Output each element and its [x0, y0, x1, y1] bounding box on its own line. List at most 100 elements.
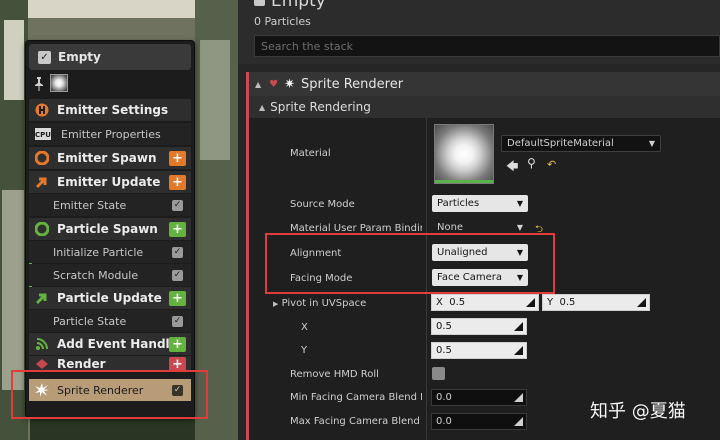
- material-asset-picker[interactable]: DefaultSpriteMaterial ▼: [501, 135, 661, 152]
- event-signal-icon: [35, 337, 49, 351]
- stack-section-render[interactable]: Render +: [29, 356, 191, 372]
- reset-arrow-icon[interactable]: ⮌: [535, 222, 543, 239]
- module-enabled-checkbox[interactable]: ✓: [172, 315, 183, 327]
- material-user-param-binding-dropdown[interactable]: None ▼: [432, 219, 528, 236]
- min-facing-blend-field[interactable]: 0.0: [431, 389, 527, 406]
- drag-grip-icon[interactable]: [637, 298, 646, 307]
- chevron-down-icon: ▼: [648, 139, 655, 148]
- pivot-x-field[interactable]: X 0.5: [431, 294, 539, 311]
- stack-item-emitter-properties[interactable]: CPU Emitter Properties: [29, 123, 191, 145]
- facing-mode-dropdown[interactable]: Face Camera ▼: [432, 269, 528, 286]
- alignment-dropdown[interactable]: Unaligned ▼: [432, 244, 528, 261]
- emitter-header-checkbox[interactable]: [254, 0, 265, 6]
- chevron-down-icon: ▼: [516, 248, 523, 257]
- max-facing-blend-field[interactable]: 0.0: [431, 413, 527, 430]
- stack-item-label: Sprite Renderer: [57, 383, 144, 397]
- add-particle-update-button[interactable]: +: [169, 290, 186, 306]
- emitter-thumbnail: [50, 74, 68, 92]
- drag-grip-icon[interactable]: [514, 322, 523, 331]
- sprite-renderer-details: ▲ ♥ ✷ Sprite Renderer ▲ Sprite Rendering…: [246, 72, 720, 440]
- stack-section-label: Particle Update: [57, 291, 162, 305]
- y-value-field[interactable]: 0.5: [431, 342, 527, 359]
- drag-grip-icon[interactable]: [514, 393, 523, 402]
- stack-item-label: Emitter Properties: [61, 127, 161, 141]
- spawn-icon: [35, 222, 49, 236]
- chevron-down-icon: ▼: [516, 199, 523, 208]
- column-divider: [426, 118, 427, 440]
- add-event-handler-button[interactable]: +: [169, 336, 186, 352]
- collapse-triangle-icon[interactable]: ▲: [255, 80, 261, 89]
- stack-item-label: Initialize Particle: [53, 245, 144, 259]
- module-enabled-checkbox[interactable]: ✓: [172, 246, 183, 258]
- alignment-value: Unaligned: [437, 247, 488, 258]
- cpu-icon: CPU: [35, 127, 51, 141]
- update-arrow-icon: [35, 291, 49, 305]
- chevron-down-icon: ▼: [516, 273, 523, 282]
- add-emitter-spawn-button[interactable]: +: [169, 150, 186, 166]
- add-emitter-update-button[interactable]: +: [169, 174, 186, 190]
- pivot-x-sub-label: X: [301, 322, 308, 333]
- remove-hmd-roll-label: Remove HMD Roll: [290, 369, 379, 380]
- renderer-heart-icon: ♥: [269, 78, 279, 90]
- sprite-star-icon: [35, 383, 49, 397]
- stack-item-particle-state[interactable]: Particle State ✓: [29, 310, 191, 332]
- add-renderer-button[interactable]: +: [169, 356, 186, 372]
- module-enabled-checkbox[interactable]: ✓: [172, 269, 183, 281]
- material-value: DefaultSpriteMaterial: [507, 138, 614, 149]
- material-thumbnail[interactable]: [434, 124, 494, 184]
- update-arrow-icon: [35, 175, 49, 189]
- stack-search-input[interactable]: Search the stack: [254, 35, 720, 57]
- pivot-uvspace-label: ▶ Pivot in UVSpace: [273, 298, 367, 309]
- emitter-settings-icon: [35, 103, 49, 117]
- emitter-enabled-checkbox[interactable]: ✓: [38, 50, 51, 64]
- sprite-renderer-header[interactable]: ▲ ♥ ✷ Sprite Renderer: [249, 72, 720, 96]
- browse-magnifier-icon[interactable]: ⚲: [527, 156, 536, 170]
- module-enabled-checkbox[interactable]: ✓: [172, 199, 183, 211]
- max-facing-blend-label: Max Facing Camera Blend Dis: [290, 416, 422, 427]
- facing-mode-value: Face Camera: [437, 272, 503, 283]
- module-enabled-checkbox[interactable]: ✓: [172, 384, 183, 396]
- x-value-field[interactable]: 0.5: [431, 318, 527, 335]
- sprite-renderer-title: Sprite Renderer: [301, 76, 404, 92]
- sprite-rendering-category[interactable]: ▲ Sprite Rendering: [249, 96, 720, 118]
- add-particle-spawn-button[interactable]: +: [169, 221, 186, 237]
- remove-hmd-roll-checkbox[interactable]: [432, 367, 445, 380]
- stack-section-emitter-update[interactable]: Emitter Update +: [29, 171, 191, 193]
- pivot-y-sub-label: Y: [301, 345, 308, 356]
- selection-details-panel: Empty 0 Particles Search the stack ▲ ♥ ✷…: [238, 0, 720, 440]
- category-label: Sprite Rendering: [270, 100, 371, 114]
- drag-grip-icon[interactable]: [514, 346, 523, 355]
- facing-mode-label: Facing Mode: [290, 273, 353, 284]
- reset-arrow-icon[interactable]: ↶: [547, 158, 556, 171]
- alignment-label: Alignment: [290, 248, 342, 259]
- stack-item-sprite-renderer[interactable]: Sprite Renderer ✓: [29, 379, 191, 401]
- emitter-header-title: Empty: [271, 0, 326, 11]
- emitter-stack-node[interactable]: ✓ Empty Emitter Settings CPU Emitter Pro…: [25, 40, 195, 418]
- sprite-star-icon: ✷: [284, 76, 296, 92]
- stack-section-add-event-handler[interactable]: Add Event Handler +: [29, 333, 191, 355]
- stack-item-initialize-particle[interactable]: Initialize Particle ✓: [29, 241, 191, 263]
- material-label: Material: [290, 148, 331, 159]
- stack-section-emitter-spawn[interactable]: Emitter Spawn +: [29, 147, 191, 169]
- stack-section-emitter-settings[interactable]: Emitter Settings: [29, 99, 191, 121]
- stack-section-particle-spawn[interactable]: Particle Spawn +: [29, 218, 191, 240]
- material-user-param-binding-value: None: [437, 222, 464, 233]
- drag-grip-icon[interactable]: [526, 298, 535, 307]
- stack-item-label: Emitter State: [53, 198, 127, 212]
- collapse-triangle-icon[interactable]: ▲: [259, 103, 265, 112]
- emitter-node-header[interactable]: ✓ Empty: [29, 44, 191, 70]
- source-mode-dropdown[interactable]: Particles ▼: [432, 195, 528, 212]
- expand-triangle-icon[interactable]: ▶: [273, 300, 278, 308]
- stack-item-label: Scratch Module: [53, 268, 139, 282]
- stack-section-particle-update[interactable]: Particle Update +: [29, 287, 191, 309]
- use-selected-arrow-icon[interactable]: 🡄: [506, 157, 518, 178]
- pivot-y-field[interactable]: Y 0.5: [542, 294, 650, 311]
- stack-item-scratch-module[interactable]: Scratch Module ✓: [29, 264, 191, 286]
- particle-count: 0 Particles: [254, 15, 311, 28]
- pin-icon[interactable]: [34, 76, 44, 91]
- emitter-node-toolbar: [26, 70, 194, 96]
- drag-grip-icon[interactable]: [514, 417, 523, 426]
- stack-item-label: Particle State: [53, 314, 127, 328]
- stack-item-emitter-state[interactable]: Emitter State ✓: [29, 194, 191, 216]
- chevron-down-icon: ▼: [516, 223, 523, 232]
